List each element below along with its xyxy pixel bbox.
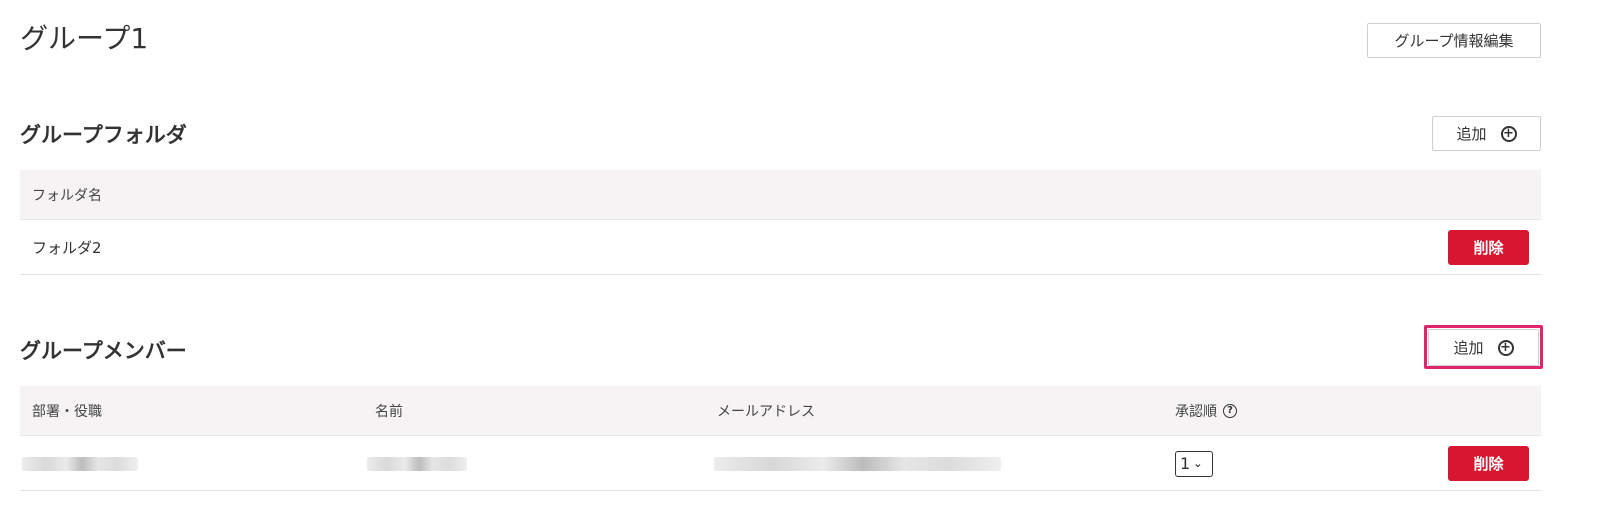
delete-member-button[interactable]: 削除 — [1448, 446, 1529, 481]
department-cell — [22, 436, 138, 491]
add-member-button[interactable]: 追加 + — [1428, 329, 1539, 366]
table-row: フォルダ2 削除 — [20, 220, 1541, 275]
question-circle-icon[interactable]: ? — [1223, 404, 1237, 418]
redacted-name — [367, 456, 467, 471]
table-row: 1 ⌄ 削除 — [20, 436, 1541, 491]
add-folder-button[interactable]: 追加 + — [1432, 116, 1541, 151]
add-member-button-label: 追加 — [1453, 339, 1484, 357]
column-header-approval-order: 承認順 ? — [1175, 386, 1237, 436]
group-folder-section-title: グループフォルダ — [20, 123, 187, 147]
column-header-department: 部署・役職 — [32, 404, 102, 420]
approval-order-cell: 1 ⌄ — [1175, 436, 1213, 491]
delete-folder-button[interactable]: 削除 — [1448, 230, 1529, 265]
redacted-department — [22, 456, 138, 471]
approval-order-value: 1 — [1180, 454, 1191, 473]
email-cell — [714, 436, 1001, 491]
folder-table: フォルダ名 フォルダ2 削除 — [20, 170, 1541, 275]
name-cell — [367, 436, 467, 491]
group-detail-page: グループ1 グループ情報編集 グループフォルダ 追加 + フォルダ名 フォルダ2… — [0, 0, 1600, 529]
approval-order-label: 承認順 — [1175, 404, 1217, 420]
member-table: 部署・役職 名前 メールアドレス 承認順 ? 1 ⌄ 削除 — [20, 386, 1541, 491]
plus-circle-icon: + — [1500, 125, 1517, 142]
column-header-name: 名前 — [375, 404, 403, 420]
redacted-email — [714, 456, 1001, 471]
column-header-folder-name: フォルダ名 — [32, 188, 102, 204]
group-member-section-title: グループメンバー — [20, 339, 187, 363]
plus-circle-icon: + — [1497, 339, 1514, 356]
folder-name-cell: フォルダ2 — [32, 239, 102, 257]
column-header-email: メールアドレス — [717, 404, 815, 420]
page-title: グループ1 — [20, 22, 149, 55]
member-table-header: 部署・役職 名前 メールアドレス 承認順 ? — [20, 386, 1541, 436]
edit-group-info-button[interactable]: グループ情報編集 — [1367, 23, 1541, 58]
add-folder-button-label: 追加 — [1456, 125, 1487, 143]
chevron-down-icon: ⌄ — [1193, 457, 1203, 470]
approval-order-select[interactable]: 1 ⌄ — [1175, 450, 1213, 477]
folder-table-header: フォルダ名 — [20, 170, 1541, 220]
